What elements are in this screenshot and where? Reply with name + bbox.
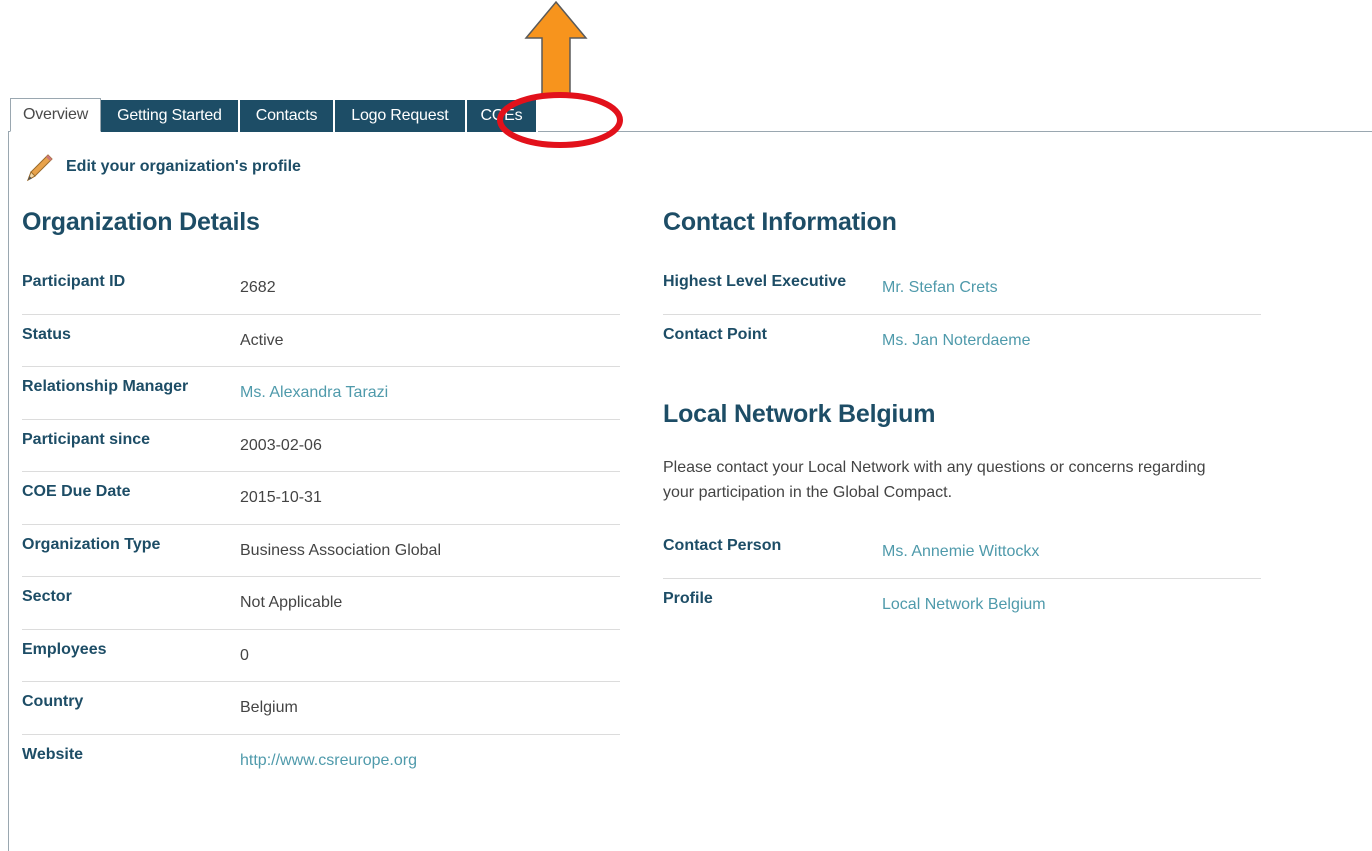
- detail-label: Website: [22, 745, 84, 763]
- highest-level-executive-link[interactable]: Mr. Stefan Crets: [882, 279, 998, 297]
- detail-row: COE Due Date 2015-10-31: [22, 472, 620, 525]
- detail-row: Employees 0: [22, 630, 620, 682]
- detail-value: Not Applicable: [240, 594, 343, 611]
- local-network-row: Contact Person Ms. Annemie Wittockx: [663, 526, 1261, 579]
- edit-profile-label: Edit your organization's profile: [66, 158, 301, 175]
- tab-getting-started[interactable]: Getting Started: [101, 100, 240, 132]
- detail-row: Participant ID 2682: [22, 262, 620, 315]
- detail-value: Belgium: [240, 699, 298, 716]
- detail-value: 2682: [240, 279, 276, 296]
- local-network-row: Profile Local Network Belgium: [663, 579, 1261, 632]
- organization-details-heading: Organization Details: [22, 208, 260, 236]
- detail-value: 0: [240, 646, 249, 664]
- contact-label: Contact Point: [663, 325, 767, 343]
- contact-label: Highest Level Executive: [663, 273, 847, 290]
- detail-value: Business Association Global: [240, 541, 441, 559]
- contact-information-list: Highest Level Executive Mr. Stefan Crets…: [663, 262, 1261, 367]
- local-network-heading: Local Network Belgium: [663, 400, 936, 428]
- detail-label: Sector: [22, 588, 72, 605]
- tab-coes[interactable]: COEs: [466, 100, 539, 132]
- detail-label: Participant ID: [22, 273, 126, 290]
- detail-row: Relationship Manager Ms. Alexandra Taraz…: [22, 367, 620, 420]
- detail-row: Status Active: [22, 315, 620, 367]
- detail-label: Organization Type: [22, 535, 161, 553]
- detail-row: Country Belgium: [22, 682, 620, 735]
- local-network-list: Contact Person Ms. Annemie Wittockx Prof…: [663, 526, 1261, 631]
- contact-row: Contact Point Ms. Jan Noterdaeme: [663, 315, 1261, 368]
- detail-row: Sector Not Applicable: [22, 577, 620, 630]
- contact-information-heading: Contact Information: [663, 208, 897, 236]
- contact-point-link[interactable]: Ms. Jan Noterdaeme: [882, 332, 1031, 350]
- detail-value: 2015-10-31: [240, 489, 322, 506]
- contact-person-link[interactable]: Ms. Annemie Wittockx: [882, 543, 1039, 561]
- local-network-label: Profile: [663, 589, 713, 607]
- detail-label: Participant since: [22, 430, 151, 448]
- detail-row: Participant since 2003-02-06: [22, 420, 620, 472]
- tab-bar: Overview Getting Started Contacts Logo R…: [10, 98, 539, 132]
- local-network-profile-link[interactable]: Local Network Belgium: [882, 596, 1046, 614]
- website-link[interactable]: http://www.csreurope.org: [240, 752, 417, 770]
- detail-label: Country: [22, 693, 84, 710]
- detail-row: Organization Type Business Association G…: [22, 525, 620, 577]
- contact-row: Highest Level Executive Mr. Stefan Crets: [663, 262, 1261, 315]
- detail-label: Relationship Manager: [22, 378, 189, 395]
- annotation-arrow-up-icon: [524, 0, 588, 95]
- edit-profile-link[interactable]: Edit your organization's profile: [22, 150, 301, 184]
- tab-contacts[interactable]: Contacts: [239, 100, 336, 132]
- detail-label: COE Due Date: [22, 483, 131, 500]
- local-network-note: Please contact your Local Network with a…: [663, 459, 1206, 501]
- detail-value: Active: [240, 331, 284, 349]
- detail-row: Website http://www.csreurope.org: [22, 735, 620, 788]
- local-network-label: Contact Person: [663, 537, 782, 554]
- detail-label: Status: [22, 325, 71, 343]
- relationship-manager-link[interactable]: Ms. Alexandra Tarazi: [240, 384, 388, 402]
- tab-logo-request[interactable]: Logo Request: [335, 100, 467, 132]
- detail-label: Employees: [22, 640, 107, 658]
- detail-value: 2003-02-06: [240, 436, 322, 454]
- tab-overview[interactable]: Overview: [10, 98, 102, 132]
- pencil-icon: [27, 154, 53, 182]
- organization-details-list: Participant ID 2682 Status Active Relati…: [22, 262, 620, 787]
